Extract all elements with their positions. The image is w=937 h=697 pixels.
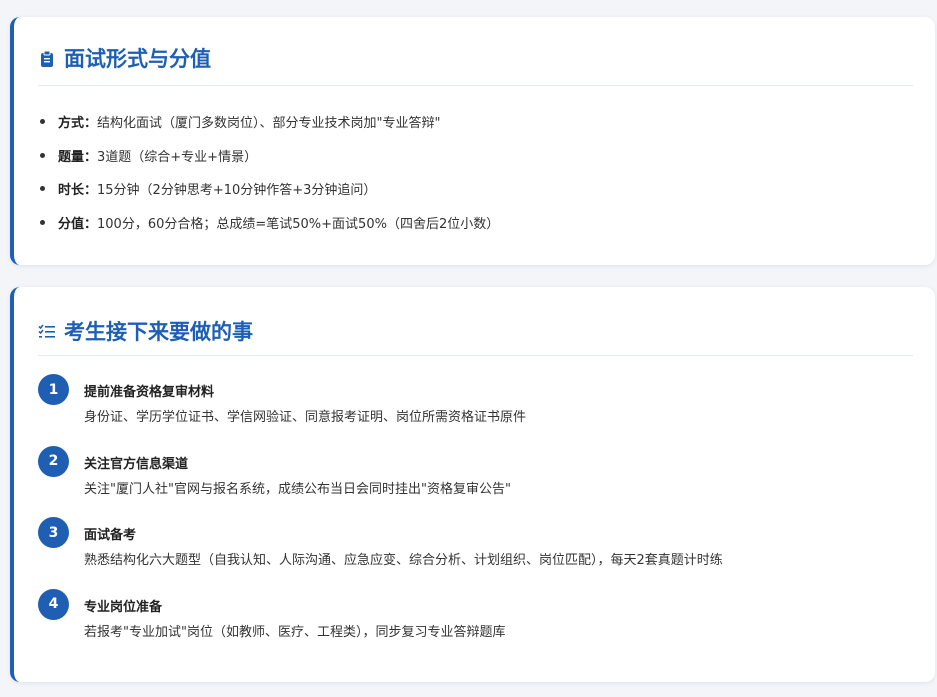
item-key: 时长： bbox=[58, 183, 98, 199]
bullet-icon bbox=[40, 152, 45, 158]
divider bbox=[38, 355, 913, 356]
list-item: 分值： 100分，60分合格；总成绩=笔试50%+面试50%（四舍后2位小数） bbox=[40, 206, 499, 240]
step-title: 专业岗位准备 bbox=[84, 599, 163, 615]
step-item: 3 面试备考 熟悉结构化六大题型（自我认知、人际沟通、应急应变、综合分析、计划组… bbox=[38, 516, 915, 588]
bullet-icon bbox=[40, 119, 45, 125]
divider bbox=[38, 85, 913, 86]
item-text: 15分钟（2分钟思考+10分钟作答+3分钟追问） bbox=[97, 183, 377, 199]
interview-format-card: 面试形式与分值 方式： 结构化面试（厦门多数岗位）、部分专业技术岗加"专业答辩"… bbox=[10, 17, 935, 265]
bullet-icon bbox=[40, 186, 45, 192]
step-item: 1 提前准备资格复审材料 身份证、学历学位证书、学信网验证、同意报考证明、岗位所… bbox=[38, 373, 915, 445]
step-item: 2 关注官方信息渠道 关注"厦门人社"官网与报名系统，成绩公布当日会同时挂出"资… bbox=[38, 445, 915, 517]
step-number-badge: 1 bbox=[38, 374, 69, 405]
step-number-badge: 3 bbox=[38, 517, 69, 548]
interview-format-title: 面试形式与分值 bbox=[64, 47, 211, 71]
interview-detail-list: 方式： 结构化面试（厦门多数岗位）、部分专业技术岗加"专业答辩" 题量： 3道题… bbox=[40, 105, 499, 239]
item-key: 方式： bbox=[58, 116, 98, 132]
step-item: 4 专业岗位准备 若报考"专业加试"岗位（如教师、医疗、工程类），同步复习专业答… bbox=[38, 588, 915, 660]
next-steps-heading: 考生接下来要做的事 bbox=[38, 316, 253, 346]
step-description: 熟悉结构化六大题型（自我认知、人际沟通、应急应变、综合分析、计划组织、岗位匹配）… bbox=[84, 553, 723, 568]
step-title: 关注官方信息渠道 bbox=[84, 456, 189, 472]
item-text: 3道题（综合+专业+情景） bbox=[97, 149, 258, 165]
bullet-icon bbox=[40, 219, 45, 225]
next-steps-card: 考生接下来要做的事 1 提前准备资格复审材料 身份证、学历学位证书、学信网验证、… bbox=[10, 287, 935, 682]
clipboard-icon bbox=[38, 49, 56, 67]
steps-list: 1 提前准备资格复审材料 身份证、学历学位证书、学信网验证、同意报考证明、岗位所… bbox=[38, 373, 915, 659]
list-item: 方式： 结构化面试（厦门多数岗位）、部分专业技术岗加"专业答辩" bbox=[40, 105, 499, 139]
step-description: 若报考"专业加试"岗位（如教师、医疗、工程类），同步复习专业答辩题库 bbox=[84, 624, 506, 640]
step-title: 面试备考 bbox=[84, 528, 137, 543]
checklist-icon bbox=[38, 322, 56, 340]
list-item: 题量： 3道题（综合+专业+情景） bbox=[40, 139, 499, 173]
next-steps-title: 考生接下来要做的事 bbox=[64, 320, 253, 344]
item-text: 100分，60分合格；总成绩=笔试50%+面试50%（四舍后2位小数） bbox=[97, 216, 500, 232]
interview-format-heading: 面试形式与分值 bbox=[38, 43, 211, 73]
item-text: 结构化面试（厦门多数岗位）、部分专业技术岗加"专业答辩" bbox=[97, 116, 441, 132]
item-key: 分值： bbox=[58, 216, 98, 232]
list-item: 时长： 15分钟（2分钟思考+10分钟作答+3分钟追问） bbox=[40, 172, 499, 206]
step-title: 提前准备资格复审材料 bbox=[84, 385, 215, 400]
step-number-badge: 4 bbox=[38, 588, 69, 620]
item-key: 题量： bbox=[58, 149, 98, 165]
step-number-badge: 2 bbox=[38, 445, 69, 477]
step-description: 身份证、学历学位证书、学信网验证、同意报考证明、岗位所需资格证书原件 bbox=[84, 410, 527, 425]
step-description: 关注"厦门人社"官网与报名系统，成绩公布当日会同时挂出"资格复审公告" bbox=[84, 481, 511, 497]
